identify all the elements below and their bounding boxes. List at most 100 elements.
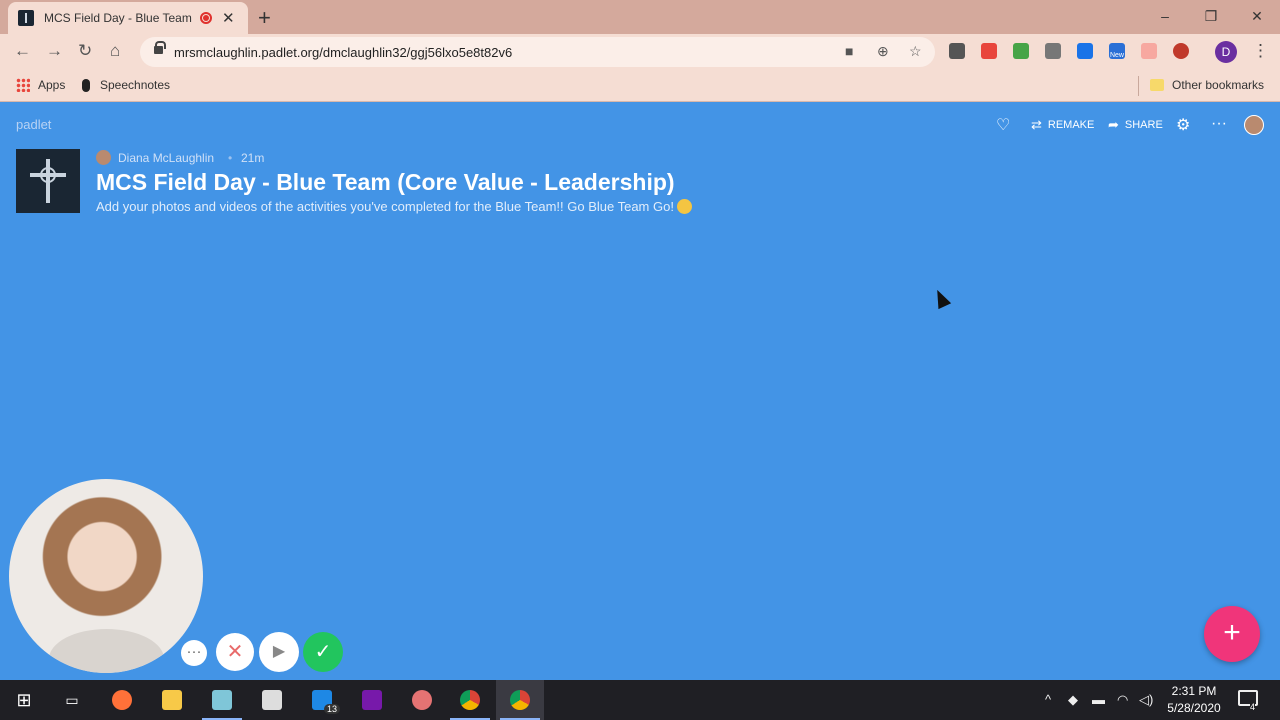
share-icon: ➦ bbox=[1108, 117, 1119, 132]
extension-icon[interactable]: New bbox=[1109, 43, 1125, 59]
recording-icon bbox=[200, 12, 212, 24]
paint-taskbar-item[interactable] bbox=[398, 680, 446, 720]
show-hidden-icons-icon[interactable]: ^ bbox=[1045, 692, 1051, 707]
share-label: SHARE bbox=[1124, 119, 1163, 131]
bookmark-label: Other bookmarks bbox=[1172, 78, 1265, 92]
address-bar[interactable]: mrsmclaughlin.padlet.org/dmclaughlin32/g… bbox=[140, 37, 935, 67]
recorder-done-button[interactable]: ✓ bbox=[303, 632, 343, 672]
browser-tab[interactable]: MCS Field Day - Blue Team ( ✕ bbox=[8, 2, 248, 34]
bookmark-label: Apps bbox=[38, 78, 66, 92]
extension-icon[interactable] bbox=[949, 43, 965, 59]
share-button[interactable]: ➦ SHARE bbox=[1108, 117, 1163, 133]
chrome-profile-taskbar-item[interactable] bbox=[496, 680, 544, 720]
mail-taskbar-item[interactable]: 13 bbox=[298, 680, 346, 720]
wifi-icon[interactable]: ◠ bbox=[1117, 692, 1128, 708]
calculator-taskbar-item[interactable] bbox=[248, 680, 296, 720]
file-explorer-taskbar-item[interactable] bbox=[148, 680, 196, 720]
more-options-icon[interactable]: ··· bbox=[1211, 115, 1227, 133]
extension-icon[interactable] bbox=[1045, 43, 1061, 59]
extension-icon[interactable] bbox=[1013, 43, 1029, 59]
task-view-icon: ▭ bbox=[65, 691, 79, 708]
extension-icon[interactable] bbox=[981, 43, 997, 59]
back-arrow-icon[interactable]: ← bbox=[14, 41, 31, 61]
ring-icon bbox=[40, 167, 56, 183]
onenote-icon bbox=[362, 690, 382, 710]
forward-arrow-icon[interactable]: → bbox=[46, 41, 63, 61]
chrome-icon bbox=[460, 690, 480, 710]
webcam-person bbox=[49, 629, 164, 673]
webcam-bubble bbox=[9, 479, 203, 673]
browser-menu-icon[interactable]: ⋮ bbox=[1252, 41, 1269, 61]
extension-icon[interactable] bbox=[1077, 43, 1093, 59]
volume-icon[interactable]: ◁) bbox=[1139, 692, 1153, 708]
close-window-button[interactable]: ✕ bbox=[1234, 0, 1280, 32]
url-text[interactable]: mrsmclaughlin.padlet.org/dmclaughlin32/g… bbox=[174, 45, 512, 60]
heart-icon[interactable]: ♡ bbox=[996, 115, 1010, 135]
divider bbox=[1138, 76, 1139, 96]
start-button[interactable]: ⊞ bbox=[0, 680, 48, 720]
bookmark-star-icon[interactable]: ☆ bbox=[909, 43, 922, 60]
window-controls: – ❐ ✕ bbox=[1142, 0, 1280, 32]
bookmark-other[interactable]: Other bookmarks bbox=[1150, 78, 1264, 92]
board-title: MCS Field Day - Blue Team (Core Value - … bbox=[96, 169, 675, 195]
dropbox-icon[interactable]: ◆ bbox=[1068, 692, 1078, 708]
board-cover-image bbox=[16, 149, 80, 213]
remake-button[interactable]: ⇄ REMAKE bbox=[1031, 117, 1094, 133]
zoom-icon[interactable]: ⊕ bbox=[877, 43, 889, 60]
mail-badge: 13 bbox=[323, 704, 340, 714]
bookmarks-bar: Apps Speechnotes Other bookmarks bbox=[0, 70, 1280, 102]
mouse-cursor-icon bbox=[930, 286, 952, 310]
battery-icon[interactable]: ▬ bbox=[1092, 692, 1105, 707]
system-clock[interactable]: 2:31 PM 5/28/2020 bbox=[1160, 683, 1228, 717]
recorder-pause-button[interactable]: ▶ bbox=[259, 632, 299, 672]
chrome-taskbar-item[interactable] bbox=[446, 680, 494, 720]
tab-bar: MCS Field Day - Blue Team ( ✕ + – ❐ ✕ bbox=[0, 0, 1280, 34]
recorder-more-button[interactable]: ··· bbox=[181, 640, 207, 666]
gear-icon[interactable]: ⚙ bbox=[1176, 115, 1190, 135]
microphone-icon bbox=[82, 78, 90, 92]
app-taskbar-item[interactable] bbox=[198, 680, 246, 720]
bookmark-apps[interactable]: Apps bbox=[16, 78, 65, 92]
padlet-logo[interactable]: padlet bbox=[16, 117, 51, 132]
padlet-favicon-icon bbox=[18, 10, 34, 26]
notification-count: 4 bbox=[1250, 702, 1256, 712]
reload-icon[interactable]: ↻ bbox=[78, 41, 92, 61]
extension-icon[interactable] bbox=[1141, 43, 1157, 59]
browser-toolbar: ← → ↻ ⌂ mrsmclaughlin.padlet.org/dmclaug… bbox=[0, 34, 1280, 70]
add-post-button[interactable]: + bbox=[1204, 606, 1260, 662]
author-avatar bbox=[96, 150, 111, 165]
calculator-icon bbox=[262, 690, 282, 710]
home-icon[interactable]: ⌂ bbox=[110, 41, 120, 61]
windows-logo-icon: ⊞ bbox=[16, 689, 32, 710]
bookmark-speechnotes[interactable]: Speechnotes bbox=[82, 78, 170, 92]
time-ago: 21m bbox=[241, 151, 265, 165]
tab-title: MCS Field Day - Blue Team ( bbox=[44, 11, 194, 25]
task-view-button[interactable]: ▭ bbox=[48, 680, 96, 720]
taskbar: ⊞ ▭ 13 ^ ◆ ▬ ◠ ◁) bbox=[0, 680, 1280, 720]
restore-button[interactable]: ❐ bbox=[1188, 0, 1234, 32]
minimize-button[interactable]: – bbox=[1142, 0, 1188, 32]
smile-emoji-icon bbox=[676, 199, 692, 214]
remake-label: REMAKE bbox=[1047, 119, 1095, 131]
onenote-taskbar-item[interactable] bbox=[348, 680, 396, 720]
camera-icon[interactable]: ■ bbox=[845, 43, 853, 59]
user-avatar[interactable] bbox=[1244, 115, 1264, 135]
paint-icon bbox=[412, 690, 432, 710]
folder-icon bbox=[162, 690, 182, 710]
tab-close-icon[interactable]: ✕ bbox=[222, 9, 235, 27]
board-description: Add your photos and videos of the activi… bbox=[96, 199, 692, 214]
apps-grid-icon bbox=[16, 78, 30, 92]
lock-icon bbox=[154, 41, 166, 54]
profile-avatar[interactable]: D bbox=[1215, 41, 1237, 63]
extension-icon[interactable] bbox=[1173, 43, 1189, 59]
app-icon bbox=[212, 690, 232, 710]
recorder-cancel-button[interactable]: ✕ bbox=[216, 633, 254, 671]
author-name: Diana McLaughlin bbox=[118, 151, 215, 165]
firefox-taskbar-item[interactable] bbox=[98, 680, 146, 720]
clock-time: 2:31 PM bbox=[1171, 684, 1217, 698]
remake-icon: ⇄ bbox=[1031, 117, 1042, 132]
chrome-icon bbox=[510, 690, 530, 710]
new-tab-button[interactable]: + bbox=[258, 5, 271, 31]
description-text: Add your photos and videos of the activi… bbox=[96, 199, 674, 214]
bookmark-label: Speechnotes bbox=[100, 78, 171, 92]
